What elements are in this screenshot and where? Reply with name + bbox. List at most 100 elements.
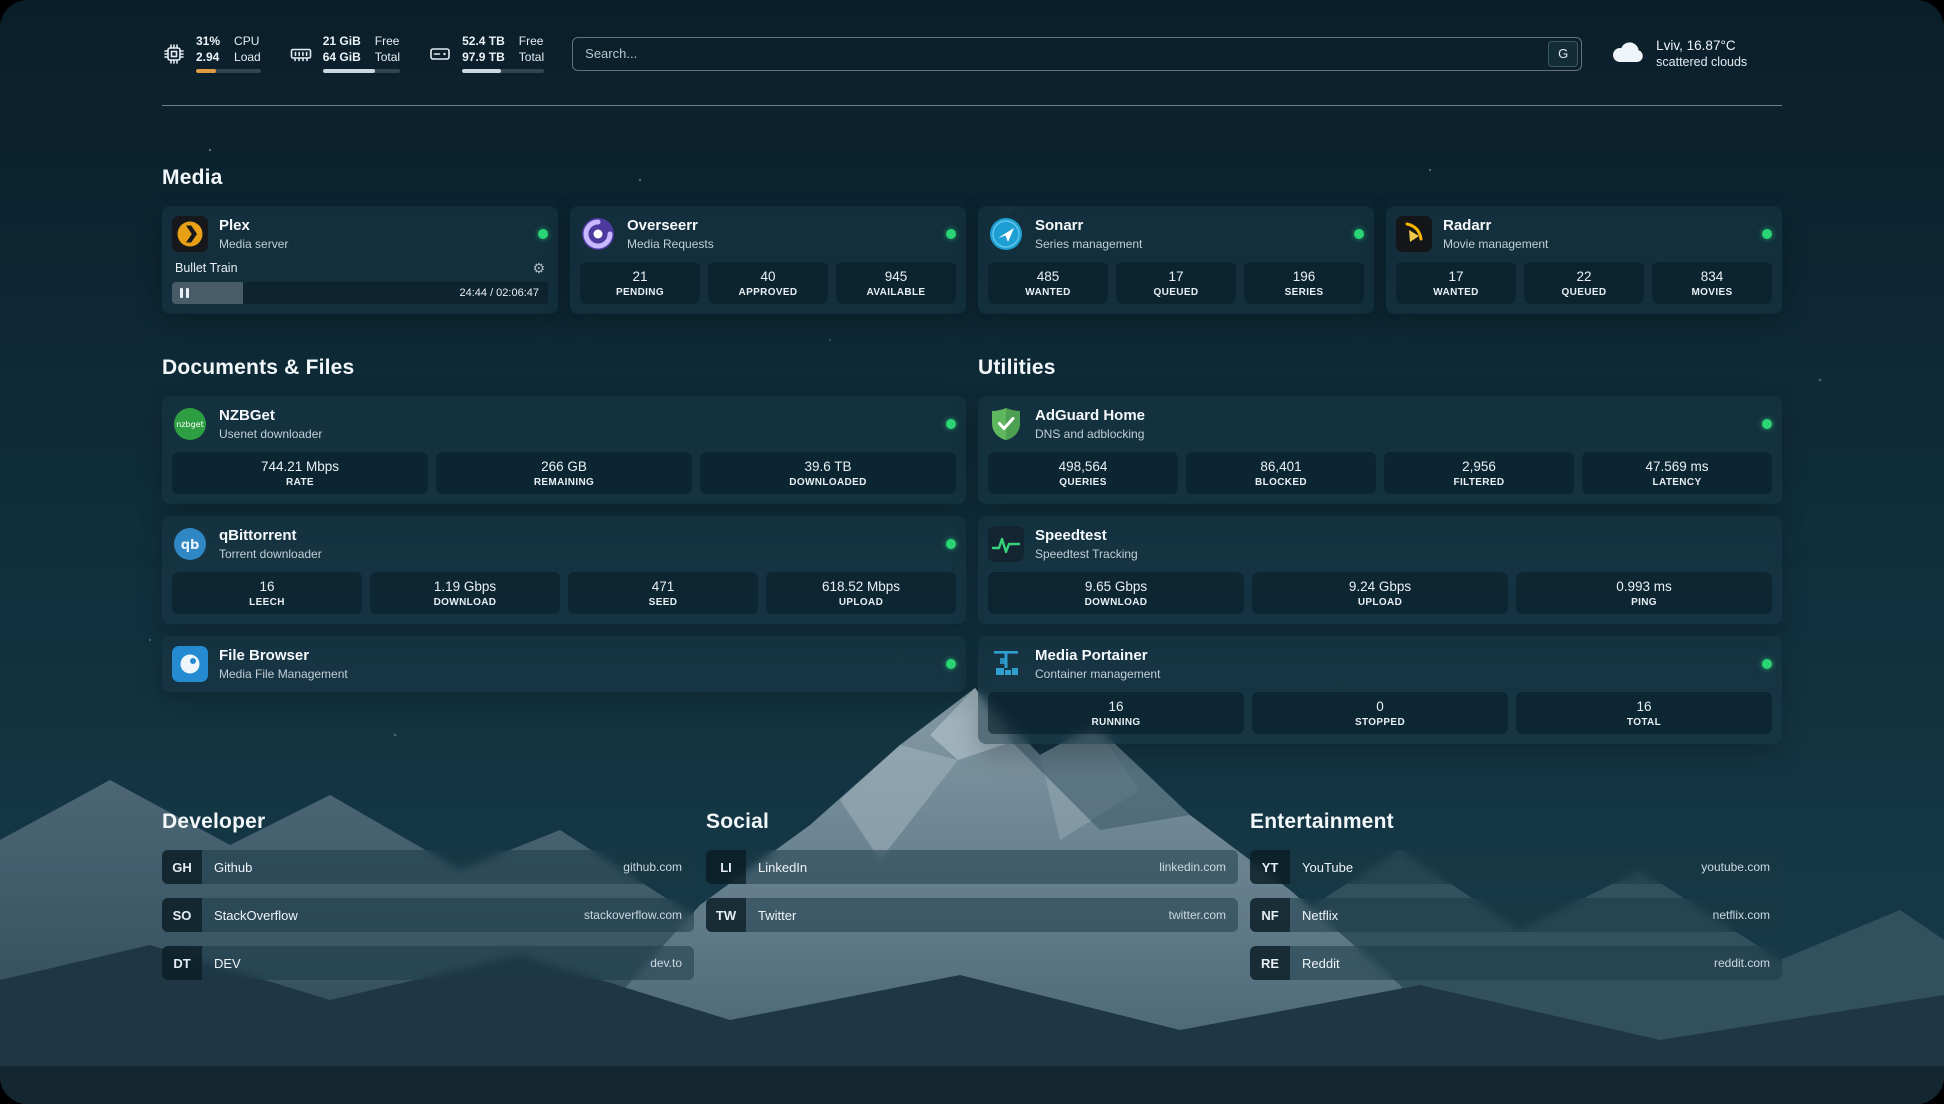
stat-label: WANTED <box>1402 287 1510 298</box>
app-card-radarr[interactable]: Radarr Movie management 17 WANTED 22 QUE… <box>1386 206 1782 314</box>
pause-icon[interactable] <box>180 288 189 298</box>
stat-label: SEED <box>574 597 752 608</box>
search-engine-button[interactable]: G <box>1548 41 1578 67</box>
bookmark-linkedin[interactable]: LI LinkedIn linkedin.com <box>706 850 1238 884</box>
bookmark-abbr: SO <box>162 898 202 932</box>
stat-tile: 485 WANTED <box>988 262 1108 304</box>
overseerr-icon <box>580 216 616 252</box>
stat-label: TOTAL <box>1522 717 1766 728</box>
stat-tile: 266 GB REMAINING <box>436 452 692 494</box>
bookmark-url: dev.to <box>650 956 682 970</box>
stat-value: 744.21 Mbps <box>178 459 422 474</box>
stat-label: SERIES <box>1250 287 1358 298</box>
bookmark-reddit[interactable]: RE Reddit reddit.com <box>1250 946 1782 980</box>
section-title-developer: Developer <box>162 810 694 834</box>
bookmark-abbr: YT <box>1250 850 1290 884</box>
section-title-utilities: Utilities <box>978 356 1782 380</box>
playback-time: 24:44 / 02:06:47 <box>459 287 539 299</box>
ram-total-value: 64 GiB <box>323 50 361 65</box>
stat-value: 16 <box>994 699 1238 714</box>
stat-value: 39.6 TB <box>706 459 950 474</box>
gear-icon[interactable]: ⚙ <box>532 261 545 275</box>
stat-value: 834 <box>1658 269 1766 284</box>
stat-tile: 39.6 TB DOWNLOADED <box>700 452 956 494</box>
stat-label: DOWNLOAD <box>994 597 1238 608</box>
bookmark-abbr: RE <box>1250 946 1290 980</box>
stat-tile: 498,564 QUERIES <box>988 452 1178 494</box>
app-subtitle: Movie management <box>1443 237 1548 251</box>
app-card-speedtest[interactable]: Speedtest Speedtest Tracking 9.65 Gbps D… <box>978 516 1782 624</box>
bookmark-abbr: NF <box>1250 898 1290 932</box>
stat-tile: 21 PENDING <box>580 262 700 304</box>
stat-tile: 945 AVAILABLE <box>836 262 956 304</box>
disk-usage-bar <box>462 69 544 73</box>
playback-progress-bar[interactable]: 24:44 / 02:06:47 <box>172 282 548 304</box>
app-name: NZBGet <box>219 407 322 425</box>
stat-tile: 17 QUEUED <box>1116 262 1236 304</box>
stat-tile: 744.21 Mbps RATE <box>172 452 428 494</box>
disk-icon <box>428 42 452 66</box>
weather-location: Lviv, 16.87°C <box>1656 37 1747 55</box>
stat-value: 17 <box>1402 269 1510 284</box>
app-card-nzbget[interactable]: nzbget NZBGet Usenet downloader 744.21 M… <box>162 396 966 504</box>
app-subtitle: Series management <box>1035 237 1142 251</box>
app-card-overseerr[interactable]: Overseerr Media Requests 21 PENDING 40 A… <box>570 206 966 314</box>
bookmark-github[interactable]: GH Github github.com <box>162 850 694 884</box>
bookmark-dev[interactable]: DT DEV dev.to <box>162 946 694 980</box>
app-subtitle: DNS and adblocking <box>1035 427 1145 441</box>
app-card-sonarr[interactable]: Sonarr Series management 485 WANTED 17 Q… <box>978 206 1374 314</box>
bookmark-url: youtube.com <box>1701 860 1770 874</box>
app-subtitle: Container management <box>1035 667 1160 681</box>
cpu-load-label: Load <box>234 50 261 65</box>
portainer-icon <box>988 646 1024 682</box>
bookmark-url: twitter.com <box>1169 908 1226 922</box>
app-name: AdGuard Home <box>1035 407 1145 425</box>
stat-tile: 2,956 FILTERED <box>1384 452 1574 494</box>
speedtest-icon <box>988 526 1024 562</box>
bookmark-abbr: DT <box>162 946 202 980</box>
section-media: Media Plex Media server <box>162 166 1782 314</box>
bookmark-name: LinkedIn <box>758 860 807 875</box>
stat-label: PENDING <box>586 287 694 298</box>
svg-text:qb: qb <box>181 538 200 553</box>
status-indicator-online <box>538 229 548 239</box>
stat-value: 16 <box>178 579 356 594</box>
bookmark-abbr: LI <box>706 850 746 884</box>
stat-tile: 16 LEECH <box>172 572 362 614</box>
stat-tile: 0 STOPPED <box>1252 692 1508 734</box>
stat-value: 9.65 Gbps <box>994 579 1238 594</box>
app-card-plex[interactable]: Plex Media server Bullet Train ⚙ <box>162 206 558 314</box>
stat-tile: 834 MOVIES <box>1652 262 1772 304</box>
weather-condition: scattered clouds <box>1656 54 1747 70</box>
app-card-portainer[interactable]: Media Portainer Container management 16 … <box>978 636 1782 744</box>
app-card-qbittorrent[interactable]: qb qBittorrent Torrent downloader 16 LEE… <box>162 516 966 624</box>
stat-tile: 0.993 ms PING <box>1516 572 1772 614</box>
bookmark-netflix[interactable]: NF Netflix netflix.com <box>1250 898 1782 932</box>
section-title-media: Media <box>162 166 1782 190</box>
app-subtitle: Torrent downloader <box>219 547 322 561</box>
cpu-chip-icon <box>162 42 186 66</box>
plex-now-playing: Bullet Train ⚙ 24:44 / 02:06:47 <box>172 258 548 304</box>
cpu-load-value: 2.94 <box>196 50 220 65</box>
status-indicator-online <box>1762 229 1772 239</box>
stat-label: UPLOAD <box>772 597 950 608</box>
top-bar: 31% 2.94 CPU Load <box>162 0 1782 73</box>
stat-value: 40 <box>714 269 822 284</box>
nzbget-icon: nzbget <box>172 406 208 442</box>
bookmark-twitter[interactable]: TW Twitter twitter.com <box>706 898 1238 932</box>
app-subtitle: Media File Management <box>219 667 348 681</box>
stat-value: 47.569 ms <box>1588 459 1766 474</box>
disk-free-label: Free <box>519 34 544 49</box>
stat-tile: 40 APPROVED <box>708 262 828 304</box>
bookmark-youtube[interactable]: YT YouTube youtube.com <box>1250 850 1782 884</box>
app-card-adguard[interactable]: AdGuard Home DNS and adblocking 498,564 … <box>978 396 1782 504</box>
app-subtitle: Media Requests <box>627 237 714 251</box>
stat-tile: 17 WANTED <box>1396 262 1516 304</box>
bookmark-stackoverflow[interactable]: SO StackOverflow stackoverflow.com <box>162 898 694 932</box>
status-indicator-online <box>1354 229 1364 239</box>
stat-value: 2,956 <box>1390 459 1568 474</box>
app-card-filebrowser[interactable]: File Browser Media File Management <box>162 636 966 692</box>
app-name: Media Portainer <box>1035 647 1160 665</box>
stat-label: BLOCKED <box>1192 477 1370 488</box>
search-input[interactable] <box>572 37 1582 71</box>
